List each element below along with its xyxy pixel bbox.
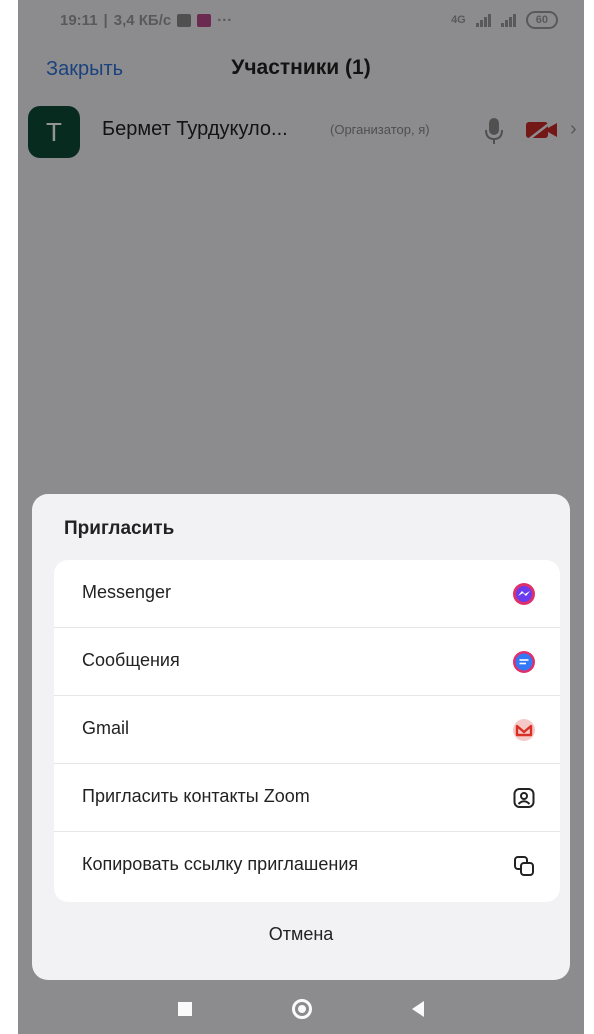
invite-option-gmail[interactable]: Gmail (54, 696, 560, 764)
app-frame: 19:11 | 3,4 КБ/с ··· 4G 60 Закрыть Участ… (18, 0, 584, 1034)
invite-option-messenger[interactable]: Messenger (54, 560, 560, 628)
invite-options-list: Messenger Сообщения Gmail Пригласить кон… (54, 560, 560, 902)
sheet-title: Пригласить (64, 518, 175, 539)
messages-icon (513, 651, 535, 673)
option-label: Messenger (82, 582, 172, 602)
messenger-icon (513, 583, 535, 605)
option-label: Пригласить контакты Zoom (82, 786, 310, 806)
recents-icon[interactable] (178, 1002, 192, 1016)
android-nav-bar (18, 984, 584, 1034)
invite-option-zoom-contacts[interactable]: Пригласить контакты Zoom (54, 764, 560, 832)
invite-option-copy-link[interactable]: Копировать ссылку приглашения (54, 832, 560, 900)
option-label: Gmail (82, 718, 130, 738)
contacts-icon (513, 788, 535, 808)
back-icon[interactable] (412, 1001, 424, 1017)
copy-link-icon (514, 856, 534, 876)
gmail-icon (513, 719, 535, 741)
home-icon[interactable] (292, 999, 312, 1019)
invite-sheet: Пригласить Messenger Сообщения Gmail При… (32, 494, 570, 980)
invite-option-messages[interactable]: Сообщения (54, 628, 560, 696)
cancel-button[interactable]: Отмена (32, 924, 570, 945)
option-label: Копировать ссылку приглашения (82, 854, 359, 874)
option-label: Сообщения (82, 650, 180, 670)
